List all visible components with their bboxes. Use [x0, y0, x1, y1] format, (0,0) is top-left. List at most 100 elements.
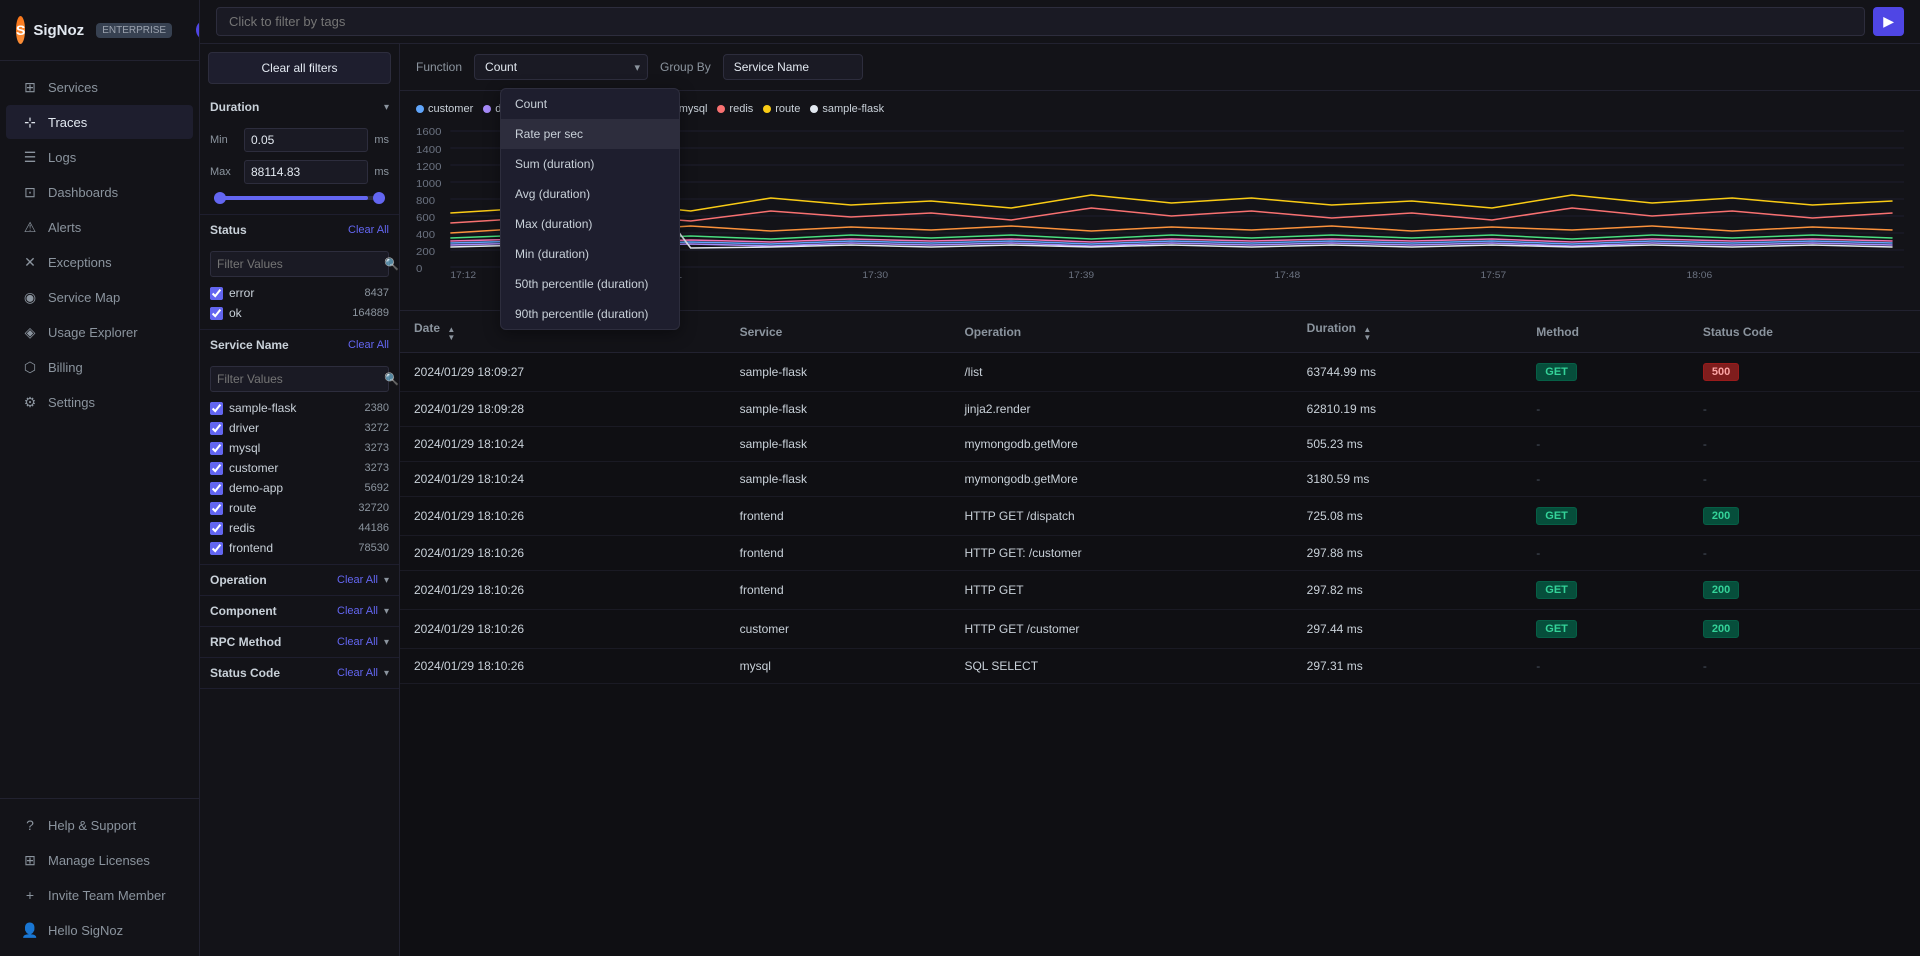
method-dash: -	[1536, 402, 1540, 416]
service-checkbox-driver[interactable]	[210, 422, 223, 435]
table-row[interactable]: 2024/01/29 18:10:26 frontend HTTP GET 29…	[400, 571, 1920, 610]
sidebar-item-alerts[interactable]: ⚠ Alerts	[6, 210, 193, 244]
cell-duration: 3180.59 ms	[1293, 462, 1523, 497]
cell-operation: HTTP GET /dispatch	[950, 497, 1292, 536]
filter-service-header[interactable]: Service Name Clear All	[200, 330, 399, 360]
filter-operation-header[interactable]: Operation Clear All ▾	[200, 565, 399, 595]
service-count-demo-app: 5692	[365, 482, 389, 494]
sidebar-item-usage-explorer[interactable]: ◈ Usage Explorer	[6, 315, 193, 349]
topbar: ▶	[200, 0, 1920, 44]
dropdown-item-max[interactable]: Max (duration)	[501, 209, 679, 239]
rpc-clear-link[interactable]: Clear All	[337, 636, 378, 648]
max-unit: ms	[374, 166, 389, 178]
sidebar-item-settings[interactable]: ⚙ Settings	[6, 385, 193, 419]
service-checkbox-customer[interactable]	[210, 462, 223, 475]
cell-date: 2024/01/29 18:10:26	[400, 610, 726, 649]
cell-date: 2024/01/29 18:10:26	[400, 497, 726, 536]
sidebar-label-help: Help & Support	[48, 818, 136, 833]
cell-method: -	[1522, 392, 1689, 427]
cell-method: GET	[1522, 497, 1689, 536]
dropdown-item-count[interactable]: Count	[501, 89, 679, 119]
service-checkbox-route[interactable]	[210, 502, 223, 515]
table-row[interactable]: 2024/01/29 18:10:24 sample-flask mymongo…	[400, 462, 1920, 497]
cell-status: -	[1689, 427, 1920, 462]
sidebar-label-dashboards: Dashboards	[48, 185, 118, 200]
cell-operation: /list	[950, 353, 1292, 392]
min-label: Min	[210, 134, 238, 146]
sidebar-item-dashboards[interactable]: ⊡ Dashboards	[6, 175, 193, 209]
service-label-route: route	[229, 501, 352, 515]
dropdown-item-p90[interactable]: 90th percentile (duration)	[501, 299, 679, 329]
max-input[interactable]	[244, 160, 368, 184]
filter-duration-header[interactable]: Duration ▾	[200, 92, 399, 122]
theme-toggle[interactable]	[180, 12, 200, 48]
service-clear-link[interactable]: Clear All	[348, 339, 389, 351]
sidebar-label-billing: Billing	[48, 360, 83, 375]
table-row[interactable]: 2024/01/29 18:10:26 frontend HTTP GET /d…	[400, 497, 1920, 536]
dropdown-item-sum[interactable]: Sum (duration)	[501, 149, 679, 179]
status-clear-link[interactable]: Clear All	[348, 224, 389, 236]
filter-tags-input[interactable]	[216, 7, 1865, 36]
status-filter-input[interactable]	[211, 252, 378, 276]
traces-table: Date ▲▼ Service Operation Duration ▲▼ Me…	[400, 311, 1920, 956]
sidebar-item-logs[interactable]: ☰ Logs	[6, 140, 193, 174]
sidebar: S SigNoz ENTERPRISE ⊞ Services ⊹ Traces …	[0, 0, 200, 956]
clear-all-filters-button[interactable]: Clear all filters	[208, 52, 391, 84]
sidebar-item-help[interactable]: ? Help & Support	[6, 808, 193, 842]
service-checkbox-demo-app[interactable]	[210, 482, 223, 495]
slider-thumb-left[interactable]	[214, 192, 226, 204]
billing-icon: ⬡	[22, 359, 38, 375]
sidebar-item-invite[interactable]: + Invite Team Member	[6, 878, 193, 912]
sidebar-item-hello[interactable]: 👤 Hello SigNoz	[6, 913, 193, 947]
service-checkbox-frontend[interactable]	[210, 542, 223, 555]
table-row[interactable]: 2024/01/29 18:10:26 customer HTTP GET /c…	[400, 610, 1920, 649]
service-checkbox-mysql[interactable]	[210, 442, 223, 455]
sidebar-item-exceptions[interactable]: ✕ Exceptions	[6, 245, 193, 279]
service-label-demo-app: demo-app	[229, 481, 359, 495]
service-filter-input[interactable]	[211, 367, 378, 391]
duration-slider[interactable]	[210, 192, 389, 208]
table-row[interactable]: 2024/01/29 18:09:28 sample-flask jinja2.…	[400, 392, 1920, 427]
filter-component-title: Component	[210, 604, 277, 618]
status-checkbox-ok[interactable]	[210, 307, 223, 320]
sidebar-item-services[interactable]: ⊞ Services	[6, 70, 193, 104]
run-query-button[interactable]: ▶	[1873, 7, 1904, 36]
dropdown-item-min[interactable]: Min (duration)	[501, 239, 679, 269]
slider-thumb-right[interactable]	[373, 192, 385, 204]
dropdown-item-avg[interactable]: Avg (duration)	[501, 179, 679, 209]
service-item-driver: driver 3272	[210, 418, 389, 438]
cell-operation: mymongodb.getMore	[950, 462, 1292, 497]
cell-service: sample-flask	[726, 462, 951, 497]
component-clear-link[interactable]: Clear All	[337, 605, 378, 617]
min-input[interactable]	[244, 128, 368, 152]
table-row[interactable]: 2024/01/29 18:10:26 frontend HTTP GET: /…	[400, 536, 1920, 571]
sidebar-item-service-map[interactable]: ◉ Service Map	[6, 280, 193, 314]
filter-rpc-header[interactable]: RPC Method Clear All ▾	[200, 627, 399, 657]
table-row[interactable]: 2024/01/29 18:10:24 sample-flask mymongo…	[400, 427, 1920, 462]
function-dropdown-menu[interactable]: Count Rate per sec Rate per sec Sum (dur…	[500, 88, 680, 330]
function-select[interactable]: Count Rate per sec Sum (duration) Avg (d…	[474, 54, 648, 80]
service-checkbox-sample-flask[interactable]	[210, 402, 223, 415]
col-duration[interactable]: Duration ▲▼	[1293, 311, 1523, 353]
sidebar-item-billing[interactable]: ⬡ Billing	[6, 350, 193, 384]
filter-status-header[interactable]: Status Clear All	[200, 215, 399, 245]
sidebar-item-manage[interactable]: ⊞ Manage Licenses	[6, 843, 193, 877]
status-checkbox-error[interactable]	[210, 287, 223, 300]
dropdown-item-p50[interactable]: 50th percentile (duration)	[501, 269, 679, 299]
sidebar-bottom: ? Help & Support ⊞ Manage Licenses + Inv…	[0, 798, 199, 956]
table-row[interactable]: 2024/01/29 18:10:26 mysql SQL SELECT 297…	[400, 649, 1920, 684]
cell-duration: 505.23 ms	[1293, 427, 1523, 462]
sidebar-item-traces[interactable]: ⊹ Traces	[6, 105, 193, 139]
table-row[interactable]: 2024/01/29 18:09:27 sample-flask /list 6…	[400, 353, 1920, 392]
cell-service: frontend	[726, 536, 951, 571]
status-code-clear-link[interactable]: Clear All	[337, 667, 378, 679]
operation-clear-link[interactable]: Clear All	[337, 574, 378, 586]
group-by-input[interactable]	[723, 54, 863, 80]
component-chevron-icon: ▾	[384, 606, 389, 617]
service-checkbox-redis[interactable]	[210, 522, 223, 535]
dropdown-item-rate[interactable]: Rate per sec Rate per sec	[501, 119, 679, 149]
right-panel: Function Count Rate per sec Sum (duratio…	[400, 44, 1920, 956]
filter-component-header[interactable]: Component Clear All ▾	[200, 596, 399, 626]
filter-status-code-header[interactable]: Status Code Clear All ▾	[200, 658, 399, 688]
cell-status: 200	[1689, 571, 1920, 610]
